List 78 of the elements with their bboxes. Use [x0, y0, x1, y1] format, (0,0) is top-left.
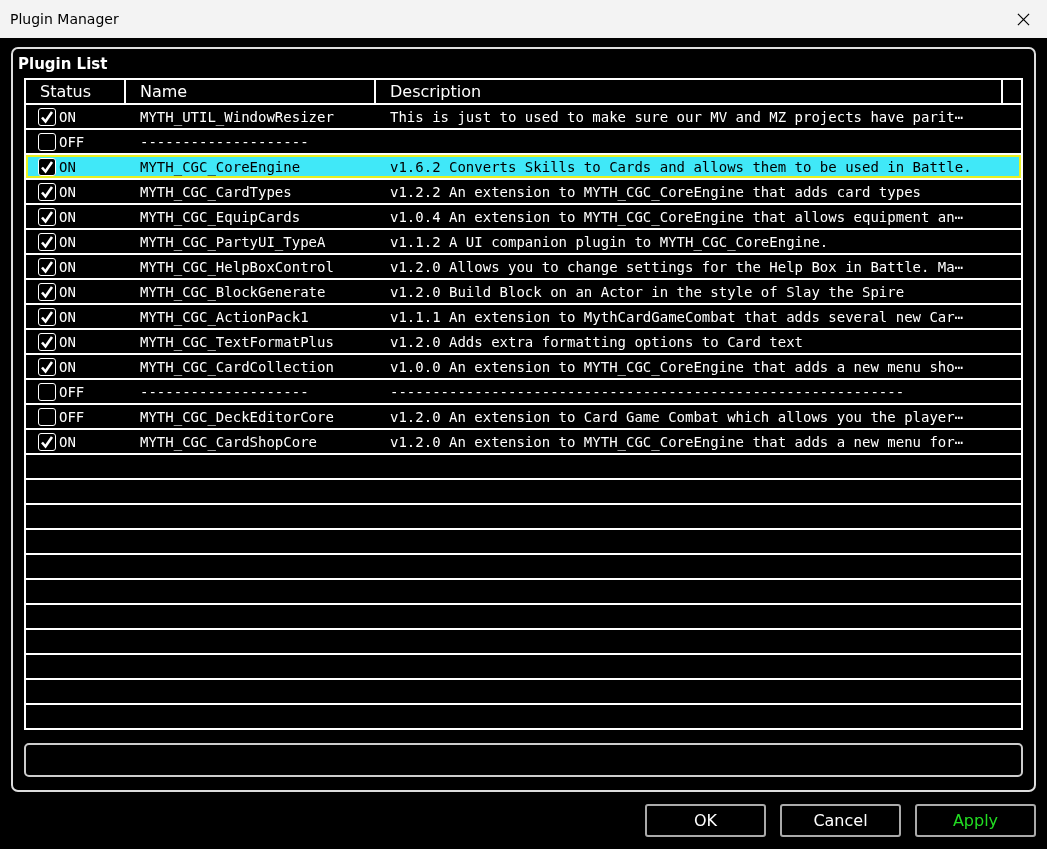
checkbox[interactable] — [38, 257, 56, 276]
status-text: ON — [59, 233, 76, 250]
column-header[interactable]: Status — [26, 80, 126, 103]
plugin-name: -------------------- — [140, 133, 309, 150]
checkbox[interactable] — [38, 357, 56, 376]
plugin-name: MYTH_CGC_TextFormatPlus — [140, 333, 334, 350]
plugin-row[interactable]: ON MYTH_CGC_PartyUI_TypeA v1.1.2 A UI companion plugin to MYTH_CGC_CoreEngine. — [26, 230, 1021, 255]
status-text: OFF — [59, 408, 85, 425]
checkbox[interactable] — [38, 182, 56, 201]
status-text: ON — [59, 108, 76, 125]
checkbox[interactable] — [38, 107, 56, 126]
plugin-name: MYTH_CGC_DeckEditorCore — [140, 408, 334, 425]
plugin-description: v1.2.0 Allows you to change settings for the Help Box in Battle. Ma⋯ — [390, 258, 964, 275]
checkbox[interactable] — [38, 232, 56, 251]
plugin-row[interactable]: ON MYTH_CGC_ActionPack1 v1.1.1 An extension to MythCardGameCombat that adds several new Car⋯ — [26, 305, 1021, 330]
plugin-description: ------------------------------------------------------------- — [390, 383, 905, 400]
status-text: ON — [59, 183, 76, 200]
dialog-button[interactable]: Cancel — [780, 804, 901, 837]
checkbox[interactable] — [38, 332, 56, 351]
plugin-name: MYTH_CGC_CardShopCore — [140, 433, 317, 450]
plugin-description: v1.6.2 Converts Skills to Cards and allows them to be used in Battle. — [390, 158, 972, 175]
plugin-name: MYTH_CGC_ActionPack1 — [140, 308, 309, 325]
plugin-name: MYTH_CGC_EquipCards — [140, 208, 301, 225]
status-text: OFF — [59, 383, 85, 400]
plugin-description: v1.2.0 Adds extra formatting options to Card text — [390, 333, 803, 350]
checkbox[interactable] — [38, 307, 56, 326]
plugin-description: v1.2.2 An extension to MYTH_CGC_CoreEngine that adds card types — [390, 183, 921, 200]
plugin-row[interactable]: ON MYTH_CGC_HelpBoxControl v1.2.0 Allows you to change settings for the Help Box in Battle. Ma⋯ — [26, 255, 1021, 280]
plugin-description: v1.0.4 An extension to MYTH_CGC_CoreEngine that allows equipment an⋯ — [390, 208, 964, 225]
status-text: ON — [59, 308, 76, 325]
dialog-button[interactable]: OK — [645, 804, 766, 837]
checkbox[interactable] — [38, 157, 56, 176]
plugin-row[interactable]: OFF -------------------- — [26, 130, 1021, 155]
plugin-row[interactable]: ON MYTH_UTIL_WindowResizer This is just to used to make sure our MV and MZ projects have parit⋯ — [26, 105, 1021, 130]
plugin-row[interactable]: ON MYTH_CGC_BlockGenerate v1.2.0 Build Block on an Actor in the style of Slay the Spire — [26, 280, 1021, 305]
status-text: ON — [59, 258, 76, 275]
status-text: ON — [59, 358, 76, 375]
panel-title: Plugin List — [18, 55, 108, 73]
checkbox[interactable] — [38, 432, 56, 451]
checkbox[interactable] — [38, 132, 56, 151]
checkbox[interactable] — [38, 382, 56, 401]
plugin-description: v1.1.2 A UI companion plugin to MYTH_CGC_CoreEngine. — [390, 233, 829, 250]
plugin-row[interactable]: ON MYTH_CGC_CoreEngine v1.6.2 Converts Skills to Cards and allows them to be used in Battle. — [26, 155, 1021, 180]
plugin-name: MYTH_CGC_CardTypes — [140, 183, 292, 200]
dialog-button[interactable]: Apply — [915, 804, 1036, 837]
plugin-row[interactable]: ON MYTH_CGC_TextFormatPlus v1.2.0 Adds extra formatting options to Card text — [26, 330, 1021, 355]
plugin-name: MYTH_CGC_CardCollection — [140, 358, 334, 375]
plugin-row[interactable]: ON MYTH_CGC_CardCollection v1.0.0 An extension to MYTH_CGC_CoreEngine that adds a new menu sho⋯ — [26, 355, 1021, 380]
status-text: ON — [59, 208, 76, 225]
plugin-name: MYTH_CGC_CoreEngine — [140, 158, 301, 175]
checkbox[interactable] — [38, 407, 56, 426]
status-text: ON — [59, 333, 76, 350]
plugin-row[interactable]: ON MYTH_CGC_CardShopCore v1.2.0 An extension to MYTH_CGC_CoreEngine that adds a new menu for⋯ — [26, 430, 1021, 455]
plugin-name: MYTH_CGC_BlockGenerate — [140, 283, 326, 300]
plugin-description: v1.1.1 An extension to MythCardGameCombat that adds several new Car⋯ — [390, 308, 964, 325]
plugin-name: -------------------- — [140, 383, 309, 400]
plugin-description: v1.2.0 Build Block on an Actor in the style of Slay the Spire — [390, 283, 905, 300]
plugin-row[interactable]: ON MYTH_CGC_CardTypes v1.2.2 An extension to MYTH_CGC_CoreEngine that adds card types — [26, 180, 1021, 205]
plugin-description: v1.2.0 An extension to Card Game Combat which allows you the player⋯ — [390, 408, 964, 425]
plugin-name: MYTH_UTIL_WindowResizer — [140, 108, 334, 125]
column-header[interactable]: Name — [126, 80, 376, 103]
plugin-name: MYTH_CGC_PartyUI_TypeA — [140, 233, 326, 250]
status-text: ON — [59, 433, 76, 450]
plugin-row[interactable]: ON MYTH_CGC_EquipCards v1.0.4 An extension to MYTH_CGC_CoreEngine that allows equipment an⋯ — [26, 205, 1021, 230]
plugin-description: v1.2.0 An extension to MYTH_CGC_CoreEngine that adds a new menu for⋯ — [390, 433, 964, 450]
status-text: OFF — [59, 133, 85, 150]
plugin-name: MYTH_CGC_HelpBoxControl — [140, 258, 334, 275]
close-icon[interactable] — [1017, 12, 1030, 26]
checkbox[interactable] — [38, 207, 56, 226]
plugin-row[interactable]: OFF MYTH_CGC_DeckEditorCore v1.2.0 An extension to Card Game Combat which allows you the player⋯ — [26, 405, 1021, 430]
plugin-description: v1.0.0 An extension to MYTH_CGC_CoreEngine that adds a new menu sho⋯ — [390, 358, 964, 375]
status-text: ON — [59, 158, 76, 175]
plugin-description: This is just to used to make sure our MV and MZ projects have parit⋯ — [390, 108, 964, 125]
plugin-row[interactable]: OFF -------------------- ------------------------------------------------------------- — [26, 380, 1021, 405]
checkbox[interactable] — [38, 282, 56, 301]
status-text: ON — [59, 283, 76, 300]
column-header[interactable]: Description — [376, 80, 1003, 103]
window-title: Plugin Manager — [10, 11, 119, 27]
